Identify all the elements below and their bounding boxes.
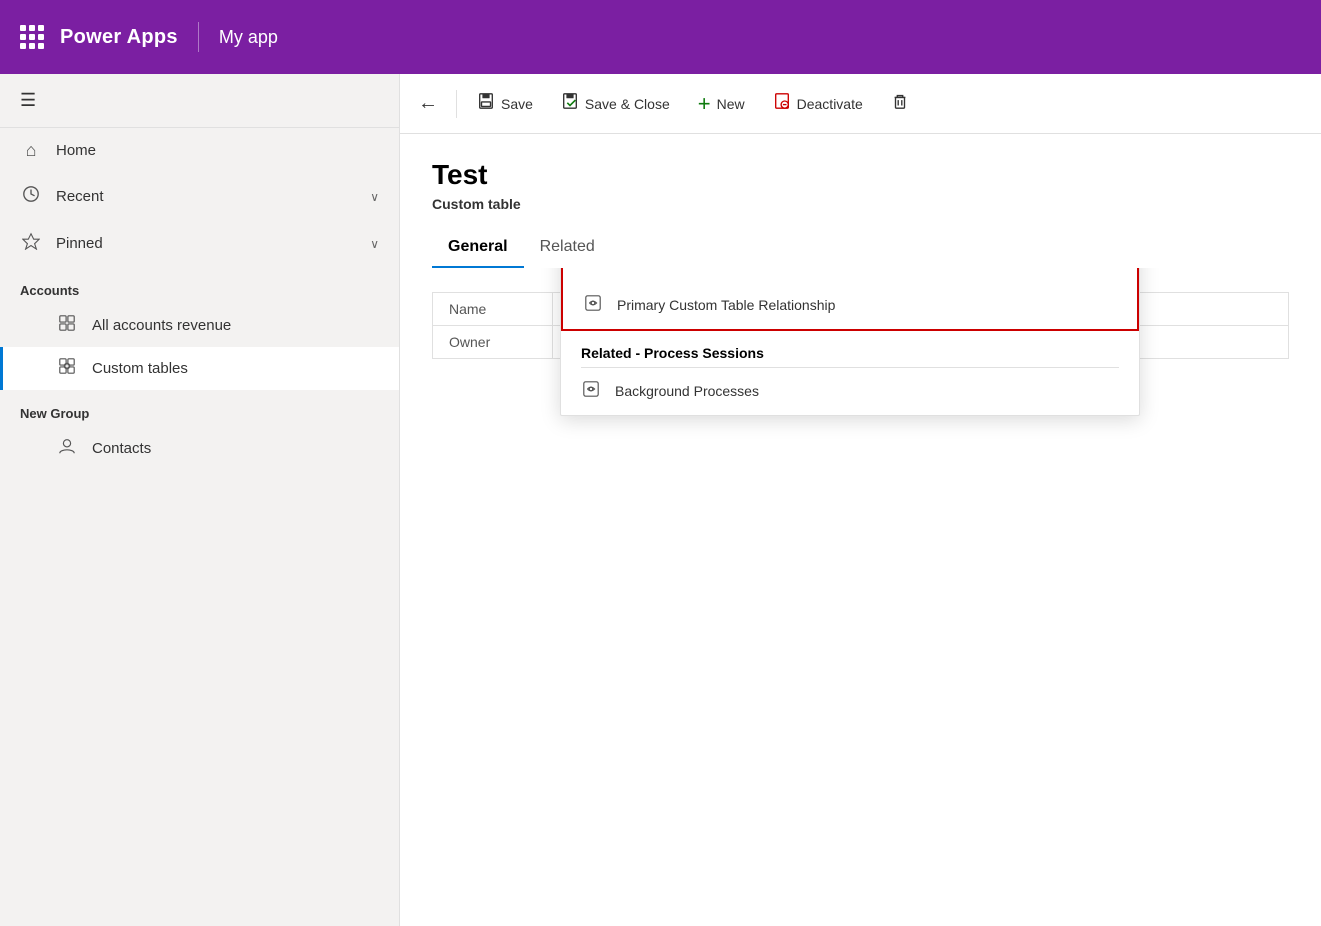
custom-tables-icon xyxy=(56,357,78,380)
content-area: ← Save xyxy=(400,74,1321,926)
owner-field-label: Owner xyxy=(433,325,553,358)
contacts-icon xyxy=(56,437,78,460)
top-header: Power Apps My app xyxy=(0,0,1321,74)
sidebar-item-pinned[interactable]: Pinned ∨ xyxy=(0,220,399,267)
home-icon: ⌂ xyxy=(20,140,42,161)
delete-icon xyxy=(891,92,909,115)
record-subtitle: Custom table xyxy=(432,196,1289,212)
hamburger-icon[interactable]: ☰ xyxy=(20,90,36,110)
all-accounts-label: All accounts revenue xyxy=(92,317,231,334)
form-area: Name Owner Related - Comm xyxy=(400,268,1321,926)
apps-grid-icon[interactable] xyxy=(16,21,48,53)
sidebar-item-home[interactable]: ⌂ Home xyxy=(0,128,399,173)
recent-chevron-icon: ∨ xyxy=(370,190,379,204)
red-border-group: Secondary Custom Table Relationship Prim… xyxy=(561,268,1139,331)
primary-rel-icon xyxy=(583,294,603,317)
back-icon: ← xyxy=(418,92,438,115)
sidebar-item-custom-tables[interactable]: Custom tables xyxy=(0,347,399,390)
new-label: New xyxy=(717,96,745,112)
sidebar-top: ☰ xyxy=(0,74,399,128)
toolbar-separator-1 xyxy=(456,90,457,118)
back-button[interactable]: ← xyxy=(408,82,448,126)
name-field-label: Name xyxy=(433,292,553,325)
new-icon: + xyxy=(698,93,711,115)
toolbar: ← Save xyxy=(400,74,1321,134)
record-header: Test Custom table xyxy=(400,134,1321,212)
custom-tables-label: Custom tables xyxy=(92,360,188,377)
dropdown-item-secondary-rel[interactable]: Secondary Custom Table Relationship xyxy=(563,268,1137,282)
tabs: General Related xyxy=(400,212,1321,268)
new-button[interactable]: + New xyxy=(686,82,757,126)
sidebar-item-recent[interactable]: Recent ∨ xyxy=(0,173,399,220)
new-group-section-header: New Group xyxy=(0,390,399,427)
pinned-icon xyxy=(20,232,42,255)
save-close-label: Save & Close xyxy=(585,96,670,112)
tab-general[interactable]: General xyxy=(432,228,524,268)
sidebar-item-contacts[interactable]: Contacts xyxy=(0,427,399,470)
save-icon xyxy=(477,92,495,115)
related-dropdown: Related - Common Audit History xyxy=(560,268,1140,416)
deactivate-button[interactable]: Deactivate xyxy=(761,82,875,126)
sidebar-item-label: Home xyxy=(56,142,379,159)
save-label: Save xyxy=(501,96,533,112)
brand-name: Power Apps xyxy=(60,26,178,49)
save-close-icon xyxy=(561,92,579,115)
sidebar-item-all-accounts[interactable]: All accounts revenue xyxy=(0,304,399,347)
tab-related[interactable]: Related xyxy=(524,228,611,268)
background-processes-label: Background Processes xyxy=(615,383,759,399)
deactivate-icon xyxy=(773,92,791,115)
sidebar-pinned-label: Pinned xyxy=(56,235,356,252)
related-process-header: Related - Process Sessions xyxy=(561,331,1139,367)
all-accounts-icon xyxy=(56,314,78,337)
save-close-button[interactable]: Save & Close xyxy=(549,82,682,126)
sidebar-recent-label: Recent xyxy=(56,188,356,205)
primary-rel-label: Primary Custom Table Relationship xyxy=(617,297,835,313)
background-processes-icon xyxy=(581,380,601,403)
sidebar: ☰ ⌂ Home Recent ∨ Pinned ∨ xyxy=(0,74,400,926)
save-button[interactable]: Save xyxy=(465,82,545,126)
header-divider xyxy=(198,22,199,52)
delete-button[interactable] xyxy=(879,82,921,126)
contacts-label: Contacts xyxy=(92,440,151,457)
secondary-rel-icon xyxy=(583,268,603,270)
record-title: Test xyxy=(432,158,1289,192)
main-layout: ☰ ⌂ Home Recent ∨ Pinned ∨ xyxy=(0,74,1321,926)
app-name: My app xyxy=(219,27,278,48)
dropdown-item-primary-rel[interactable]: Primary Custom Table Relationship xyxy=(563,282,1137,329)
dropdown-item-background-processes[interactable]: Background Processes xyxy=(561,368,1139,415)
pinned-chevron-icon: ∨ xyxy=(370,237,379,251)
accounts-section-header: Accounts xyxy=(0,267,399,304)
deactivate-label: Deactivate xyxy=(797,96,863,112)
recent-icon xyxy=(20,185,42,208)
